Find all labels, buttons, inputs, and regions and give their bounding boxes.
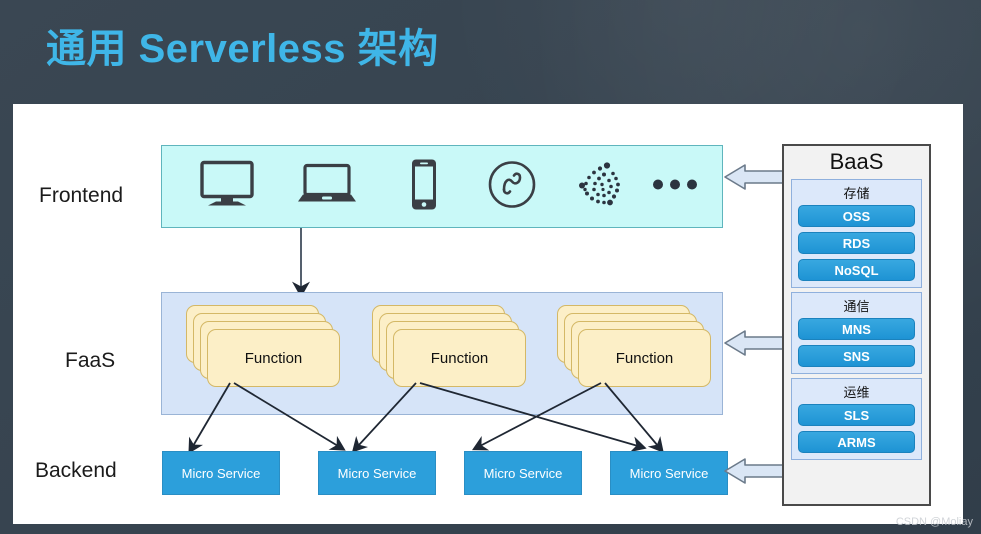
baas-service-rds[interactable]: RDS [798,232,915,254]
baas-group-storage: 存储 OSS RDS NoSQL [791,179,922,288]
microservice-label: Micro Service [337,465,417,481]
baas-title: BaaS [829,149,884,174]
microservice-label: Micro Service [629,465,709,481]
baas-to-backend-arrow [724,458,786,484]
baas-to-faas-arrow [724,330,786,356]
microservice-box[interactable]: Micro Service [464,451,582,495]
microservice-box[interactable]: Micro Service [318,451,436,495]
diagram-canvas: Frontend FaaS Backend Function Function … [13,104,963,524]
microservice-box[interactable]: Micro Service [610,451,728,495]
slide-background: 通用 Serverless 架构 Frontend FaaS Backend F… [0,0,981,534]
baas-group-communication: 通信 MNS SNS [791,292,922,374]
baas-service-sns[interactable]: SNS [798,345,915,367]
baas-to-frontend-arrow [724,164,786,190]
baas-service-sls[interactable]: SLS [798,404,915,426]
baas-panel: BaaS 存储 OSS RDS NoSQL 通信 MNS SNS 运维 SLS … [782,144,931,506]
microservice-box[interactable]: Micro Service [162,451,280,495]
baas-group-title: 存储 [843,186,870,201]
baas-service-nosql[interactable]: NoSQL [798,259,915,281]
baas-group-title: 通信 [843,299,870,314]
page-title: 通用 Serverless 架构 [46,27,439,71]
baas-service-oss[interactable]: OSS [798,205,915,227]
baas-group-operations: 运维 SLS ARMS [791,378,922,460]
watermark: CSDN @Moliay [895,516,973,528]
baas-service-arms[interactable]: ARMS [798,431,915,453]
baas-group-title: 运维 [843,385,870,400]
baas-service-mns[interactable]: MNS [798,318,915,340]
microservice-label: Micro Service [483,465,563,481]
microservice-label: Micro Service [181,465,261,481]
